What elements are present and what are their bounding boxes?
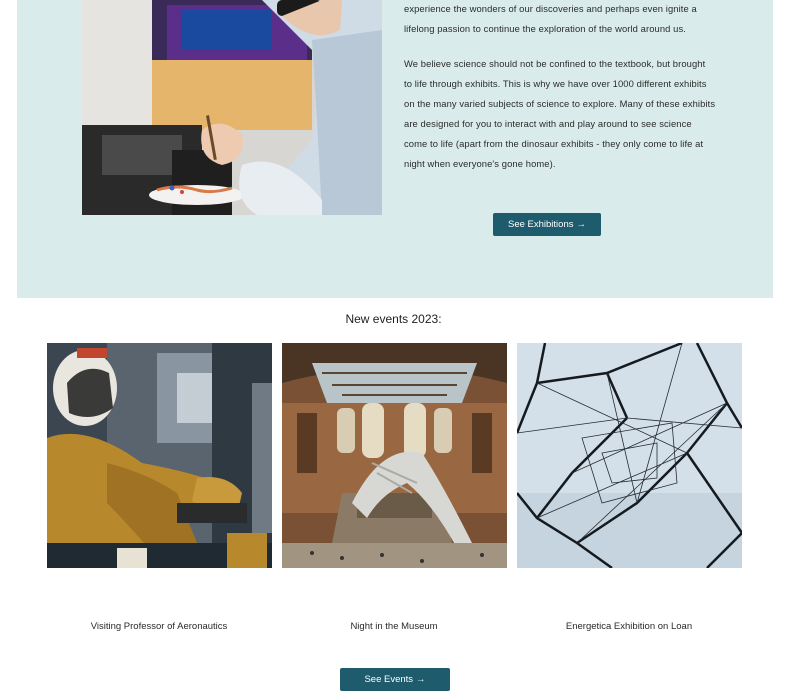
see-events-button[interactable]: See Events → bbox=[340, 668, 450, 691]
about-paragraph-intro: experience the wonders of our discoverie… bbox=[404, 3, 697, 34]
see-exhibitions-label: See Exhibitions bbox=[508, 219, 574, 230]
geometric-sculpture-photo[interactable] bbox=[517, 343, 742, 568]
about-paragraph-exhibits: We believe science should not be confine… bbox=[404, 58, 716, 169]
museum-hall-photo[interactable] bbox=[282, 343, 507, 568]
vr-experience-photo bbox=[82, 0, 382, 215]
see-events-label: See Events bbox=[364, 674, 414, 685]
event-caption-aeronautics[interactable]: Visiting Professor of Aeronautics bbox=[29, 621, 289, 632]
events-title: New events 2023: bbox=[345, 312, 442, 326]
event-caption-energetica[interactable]: Energetica Exhibition on Loan bbox=[499, 621, 759, 632]
arrow-right-icon: → bbox=[576, 219, 586, 230]
astronaut-photo[interactable] bbox=[47, 343, 272, 568]
arrow-right-icon: → bbox=[416, 674, 426, 685]
see-exhibitions-button[interactable]: See Exhibitions → bbox=[493, 213, 601, 236]
event-caption-night-museum[interactable]: Night in the Museum bbox=[264, 621, 524, 632]
